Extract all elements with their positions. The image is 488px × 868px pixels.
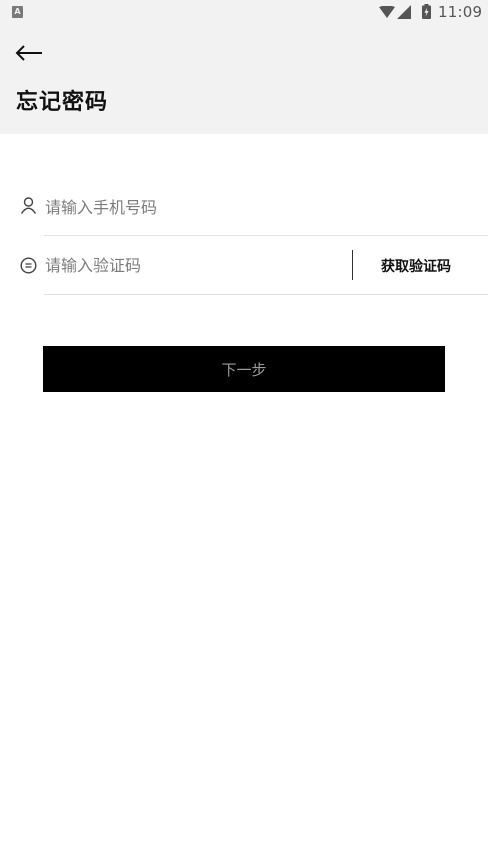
message-icon bbox=[20, 257, 37, 274]
status-time: 11:09 bbox=[438, 3, 483, 21]
page-title: 忘记密码 bbox=[16, 90, 109, 115]
wifi-icon bbox=[379, 6, 395, 18]
code-divider bbox=[44, 294, 488, 295]
header-bar: A 11:09 忘记密码 bbox=[0, 0, 488, 134]
user-icon bbox=[20, 197, 37, 214]
get-code-button[interactable]: 获取验证码 bbox=[362, 252, 470, 280]
code-input[interactable] bbox=[45, 252, 335, 278]
back-button[interactable] bbox=[12, 40, 46, 66]
a-notification-icon: A bbox=[12, 6, 23, 18]
code-row: 获取验证码 bbox=[0, 236, 488, 295]
phone-row bbox=[0, 178, 488, 236]
arrow-left-icon bbox=[15, 45, 42, 61]
battery-charging-icon bbox=[422, 4, 431, 19]
cellular-signal-icon bbox=[397, 5, 411, 19]
next-button[interactable]: 下一步 bbox=[43, 346, 445, 392]
status-bar: A 11:09 bbox=[0, 0, 488, 26]
code-separator bbox=[352, 250, 353, 280]
phone-input[interactable] bbox=[45, 194, 465, 220]
